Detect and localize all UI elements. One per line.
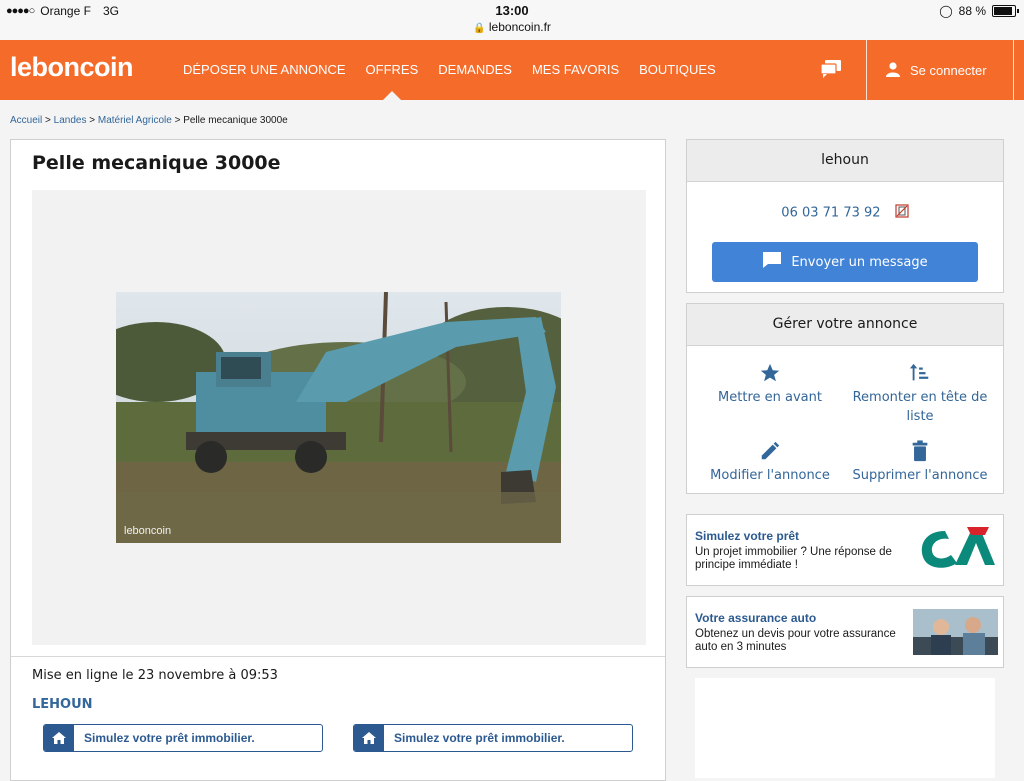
breadcrumb-home[interactable]: Accueil [10,115,42,126]
manage-title: Gérer votre annonce [687,304,1003,346]
ad-placeholder [695,678,995,778]
battery-icon [992,5,1019,17]
manage-listing-box: Gérer votre annonce Mettre en avant Remo… [686,303,1004,494]
action-edit-label: Modifier l'annonce [710,468,830,483]
home-icon [44,725,74,751]
ad-loan-title: Simulez votre prêt [695,529,800,543]
ad-insurance-text: Obtenez un devis pour votre assurance au… [695,628,896,653]
divider [11,656,665,657]
ad-loan-text: Un projet immobilier ? Une réponse de pr… [695,546,892,571]
action-feature-label: Mettre en avant [718,390,822,405]
loan-simulation-button[interactable]: Simulez votre prêt immobilier. [353,724,633,752]
orientation-lock-icon: ◯ [939,4,953,18]
main-nav: DÉPOSER UNE ANNONCE OFFRES DEMANDES MES … [183,40,736,100]
loan-simulation-button[interactable]: Simulez votre prêt immobilier. [43,724,323,752]
status-time: 13:00 [495,3,529,18]
ad-insurance-title: Votre assurance auto [695,611,817,625]
loan-button-label: Simulez votre prêt immobilier. [84,731,255,745]
nav-offers[interactable]: OFFRES [366,40,418,100]
trash-icon [845,432,995,462]
site-logo[interactable]: leboncoin [10,52,134,83]
star-icon [695,354,845,384]
listing-title: Pelle mecanique 3000e [32,152,281,174]
phone-number[interactable]: 06 03 71 73 92 [687,204,1003,222]
breadcrumb-region[interactable]: Landes [54,115,87,126]
action-bump[interactable]: Remonter en tête de liste [845,354,995,426]
breadcrumb-current: Pelle mecanique 3000e [183,115,288,126]
breadcrumb: Accueil > Landes > Matériel Agricole > P… [10,115,288,126]
breadcrumb-category[interactable]: Matériel Agricole [98,115,172,126]
header-divider [1013,40,1014,100]
lock-icon: 🔒 [473,23,486,34]
action-feature[interactable]: Mettre en avant [695,354,845,407]
header-divider [866,40,867,100]
chat-bubble-icon [762,251,782,273]
listing-photo[interactable]: leboncoin [116,292,561,543]
action-delete[interactable]: Supprimer l'annonce [845,432,995,485]
action-bump-label: Remonter en tête de liste [852,390,988,424]
status-bar-right: ◯ 88 % [939,4,1019,18]
nav-favorites[interactable]: MES FAVORIS [532,40,619,100]
loan-button-label: Simulez votre prêt immobilier. [394,731,565,745]
credit-agricole-logo [915,525,995,580]
address-bar[interactable]: 🔒 leboncoin.fr [0,20,1024,34]
seller-name-link[interactable]: LEHOUN [32,697,93,712]
login-button[interactable]: Se connecter [885,40,987,100]
report-phone-icon[interactable] [895,204,909,222]
ad-loan[interactable]: Simulez votre prêt Un projet immobilier … [686,514,1004,586]
action-delete-label: Supprimer l'annonce [852,468,988,483]
messages-icon[interactable] [820,59,842,83]
listing-card: Pelle mecanique 3000e leboncoin Mise en … [10,139,666,781]
battery-percent: 88 % [958,4,986,18]
photo-watermark: leboncoin [124,525,172,537]
user-icon [885,61,901,80]
login-label: Se connecter [910,62,987,78]
published-date: Mise en ligne le 23 novembre à 09:53 [32,668,278,683]
phone-number-text: 06 03 71 73 92 [781,205,881,221]
sort-up-icon [845,354,995,384]
send-message-label: Envoyer un message [791,254,928,270]
ad-insurance[interactable]: Votre assurance auto Obtenez un devis po… [686,596,1004,668]
contact-box: lehoun 06 03 71 73 92 Envoyer un message [686,139,1004,293]
home-icon [354,725,384,751]
site-header: leboncoin DÉPOSER UNE ANNONCE OFFRES DEM… [0,40,1024,100]
pencil-icon [695,432,845,462]
url-text: leboncoin.fr [488,20,551,34]
photo-viewer: leboncoin [32,190,646,645]
status-bar: ●●●●○ Orange F 3G 13:00 🔒 leboncoin.fr ◯… [0,0,1024,40]
action-edit[interactable]: Modifier l'annonce [695,432,845,485]
send-message-button[interactable]: Envoyer un message [712,242,978,282]
nav-post-ad[interactable]: DÉPOSER UNE ANNONCE [183,40,346,100]
ad-insurance-image [913,609,998,655]
nav-requests[interactable]: DEMANDES [438,40,512,100]
seller-username: lehoun [687,140,1003,182]
nav-shops[interactable]: BOUTIQUES [639,40,716,100]
